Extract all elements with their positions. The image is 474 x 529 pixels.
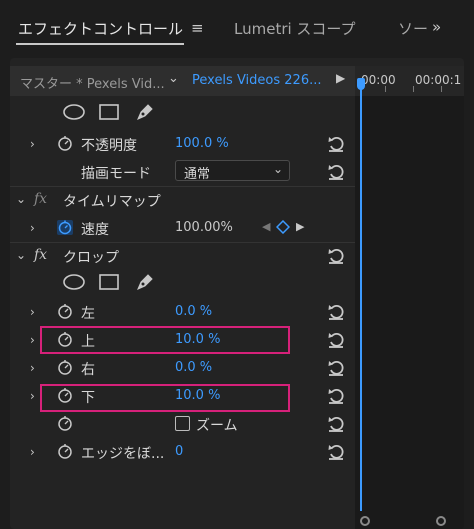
fx-icon[interactable]: fx xyxy=(34,247,47,263)
stopwatch-icon[interactable] xyxy=(57,415,73,431)
reset-icon[interactable] xyxy=(326,330,346,350)
crop-right-value[interactable]: 0.0 % xyxy=(175,360,212,375)
effect-controls-panel: マスター * Pexels Vid... ⌄ Pexels Videos 226… xyxy=(10,58,464,529)
playhead-handle[interactable] xyxy=(357,78,365,90)
twirl-open-icon[interactable]: ⌄ xyxy=(16,248,26,262)
chevron-down-icon: ⌄ xyxy=(272,162,283,176)
active-tab-underline xyxy=(16,43,184,45)
crop-section: ⌄ fx クロップ xyxy=(10,242,355,270)
fx-icon[interactable]: fx xyxy=(34,191,47,207)
highlight-box-bottom xyxy=(40,384,290,412)
ellipse-mask-icon[interactable] xyxy=(62,273,86,291)
effect-timeline[interactable]: 00:00 00:00:1 xyxy=(355,66,464,529)
timeline-ruler[interactable]: 00:00 00:00:1 xyxy=(355,66,464,96)
speed-label: 速度 xyxy=(81,222,109,238)
crop-zoom-row: ズーム xyxy=(10,410,355,438)
twirl-closed-icon[interactable]: › xyxy=(30,361,35,375)
master-clip-label[interactable]: マスター * Pexels Vid... xyxy=(20,73,165,92)
panel-tab-bar: エフェクトコントロール ≡ Lumetri スコープ ソー » xyxy=(0,0,474,58)
twirl-closed-icon[interactable]: › xyxy=(30,221,35,235)
playhead-line[interactable] xyxy=(360,86,362,511)
stopwatch-icon[interactable] xyxy=(57,135,73,151)
edge-feather-value[interactable]: 0 xyxy=(175,444,183,459)
highlight-box-top xyxy=(40,326,290,354)
stopwatch-active-icon[interactable] xyxy=(57,219,73,235)
scroll-knob-right[interactable] xyxy=(436,516,446,526)
crop-left-label: 左 xyxy=(81,306,95,322)
opacity-row: › 不透明度 100.0 % xyxy=(10,130,355,158)
reset-icon[interactable] xyxy=(326,302,346,322)
speed-row: › 速度 100.00% ◀ ▶ xyxy=(10,214,355,242)
stopwatch-icon[interactable] xyxy=(57,303,73,319)
ruler-tick xyxy=(441,86,442,92)
twirl-closed-icon[interactable]: › xyxy=(30,445,35,459)
ruler-tick xyxy=(385,86,386,92)
zoom-label: ズーム xyxy=(196,418,238,434)
crop-edge-feather-row: › エッジをぼ... 0 xyxy=(10,438,355,466)
reset-icon[interactable] xyxy=(326,414,346,434)
reset-icon[interactable] xyxy=(326,162,346,182)
stopwatch-icon[interactable] xyxy=(57,359,73,375)
ruler-tick xyxy=(413,86,414,92)
crop-right-label: 右 xyxy=(81,362,95,378)
tab-truncated[interactable]: ソー xyxy=(398,18,428,39)
tab-lumetri-scope[interactable]: Lumetri スコープ xyxy=(234,18,356,39)
add-keyframe-icon[interactable] xyxy=(276,220,290,234)
sequence-clip-label[interactable]: Pexels Videos 226... xyxy=(192,73,322,88)
timeline-zoom-scrollbar[interactable] xyxy=(355,515,464,529)
timecode-next: 00:00:1 xyxy=(415,73,462,87)
twirl-closed-icon[interactable]: › xyxy=(30,305,35,319)
play-icon[interactable]: ▶ xyxy=(336,71,345,85)
speed-value[interactable]: 100.00% xyxy=(175,220,233,235)
pen-mask-icon[interactable] xyxy=(134,101,156,123)
reset-icon[interactable] xyxy=(326,134,346,154)
ellipse-mask-icon[interactable] xyxy=(62,103,86,121)
twirl-closed-icon[interactable]: › xyxy=(30,333,35,347)
opacity-label: 不透明度 xyxy=(81,138,137,154)
twirl-closed-icon[interactable]: › xyxy=(30,389,35,403)
opacity-value[interactable]: 100.0 % xyxy=(175,136,229,151)
blend-mode-row: 描画モード 通常 ⌄ xyxy=(10,158,355,186)
twirl-closed-icon[interactable]: › xyxy=(30,137,35,151)
time-remap-label: タイムリマップ xyxy=(63,194,161,210)
blend-mode-label: 描画モード xyxy=(81,166,151,182)
timecode-start: 00:00 xyxy=(361,73,396,87)
crop-right-row: › 右 0.0 % xyxy=(10,354,355,382)
crop-label: クロップ xyxy=(63,250,119,266)
reset-icon[interactable] xyxy=(326,386,346,406)
reset-icon[interactable] xyxy=(326,358,346,378)
tab-overflow-icon[interactable]: » xyxy=(432,18,441,36)
scroll-knob-left[interactable] xyxy=(360,516,370,526)
rectangle-mask-icon[interactable] xyxy=(98,273,120,291)
crop-mask-tools xyxy=(10,270,355,298)
panel-menu-icon[interactable]: ≡ xyxy=(191,19,204,37)
opacity-mask-tools xyxy=(10,100,355,128)
time-remap-section: ⌄ fx タイムリマップ xyxy=(10,186,355,214)
crop-left-value[interactable]: 0.0 % xyxy=(175,304,212,319)
reset-icon[interactable] xyxy=(326,246,346,266)
zoom-checkbox[interactable] xyxy=(175,416,190,431)
next-keyframe-icon[interactable]: ▶ xyxy=(296,220,304,233)
tab-effect-controls[interactable]: エフェクトコントロール xyxy=(18,18,183,39)
stopwatch-icon[interactable] xyxy=(57,443,73,459)
pen-mask-icon[interactable] xyxy=(134,271,156,293)
reset-icon[interactable] xyxy=(326,442,346,462)
twirl-open-icon[interactable]: ⌄ xyxy=(16,192,26,206)
crop-left-row: › 左 0.0 % xyxy=(10,298,355,326)
prev-keyframe-icon[interactable]: ◀ xyxy=(262,220,270,233)
blend-mode-value: 通常 xyxy=(184,167,211,182)
rectangle-mask-icon[interactable] xyxy=(98,103,120,121)
blend-mode-dropdown[interactable]: 通常 ⌄ xyxy=(175,160,290,182)
chevron-down-icon[interactable]: ⌄ xyxy=(168,71,179,86)
edge-feather-label: エッジをぼ... xyxy=(81,446,165,462)
